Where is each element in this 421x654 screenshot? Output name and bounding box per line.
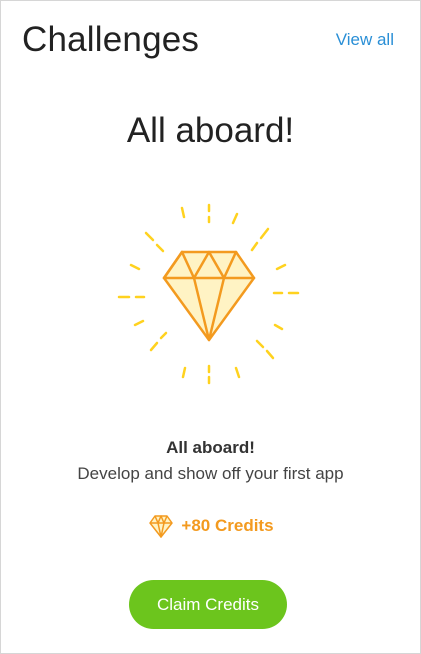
claim-credits-button[interactable]: Claim Credits xyxy=(129,580,287,629)
reward-row: +80 Credits xyxy=(1,513,420,539)
credits-reward: +80 Credits xyxy=(181,516,274,535)
diamond-shape xyxy=(162,250,256,342)
diamond-icon xyxy=(117,203,300,385)
challenge-heading: All aboard! xyxy=(126,111,295,150)
challenges-card: Challenges View all All aboard! All aboa… xyxy=(0,0,421,654)
card-title: Challenges xyxy=(22,20,200,59)
challenge-description: Develop and show off your first app xyxy=(77,464,344,483)
challenge-name: All aboard! xyxy=(166,438,255,457)
diamond-icon xyxy=(149,515,174,538)
view-all-link[interactable]: View all xyxy=(336,30,394,50)
